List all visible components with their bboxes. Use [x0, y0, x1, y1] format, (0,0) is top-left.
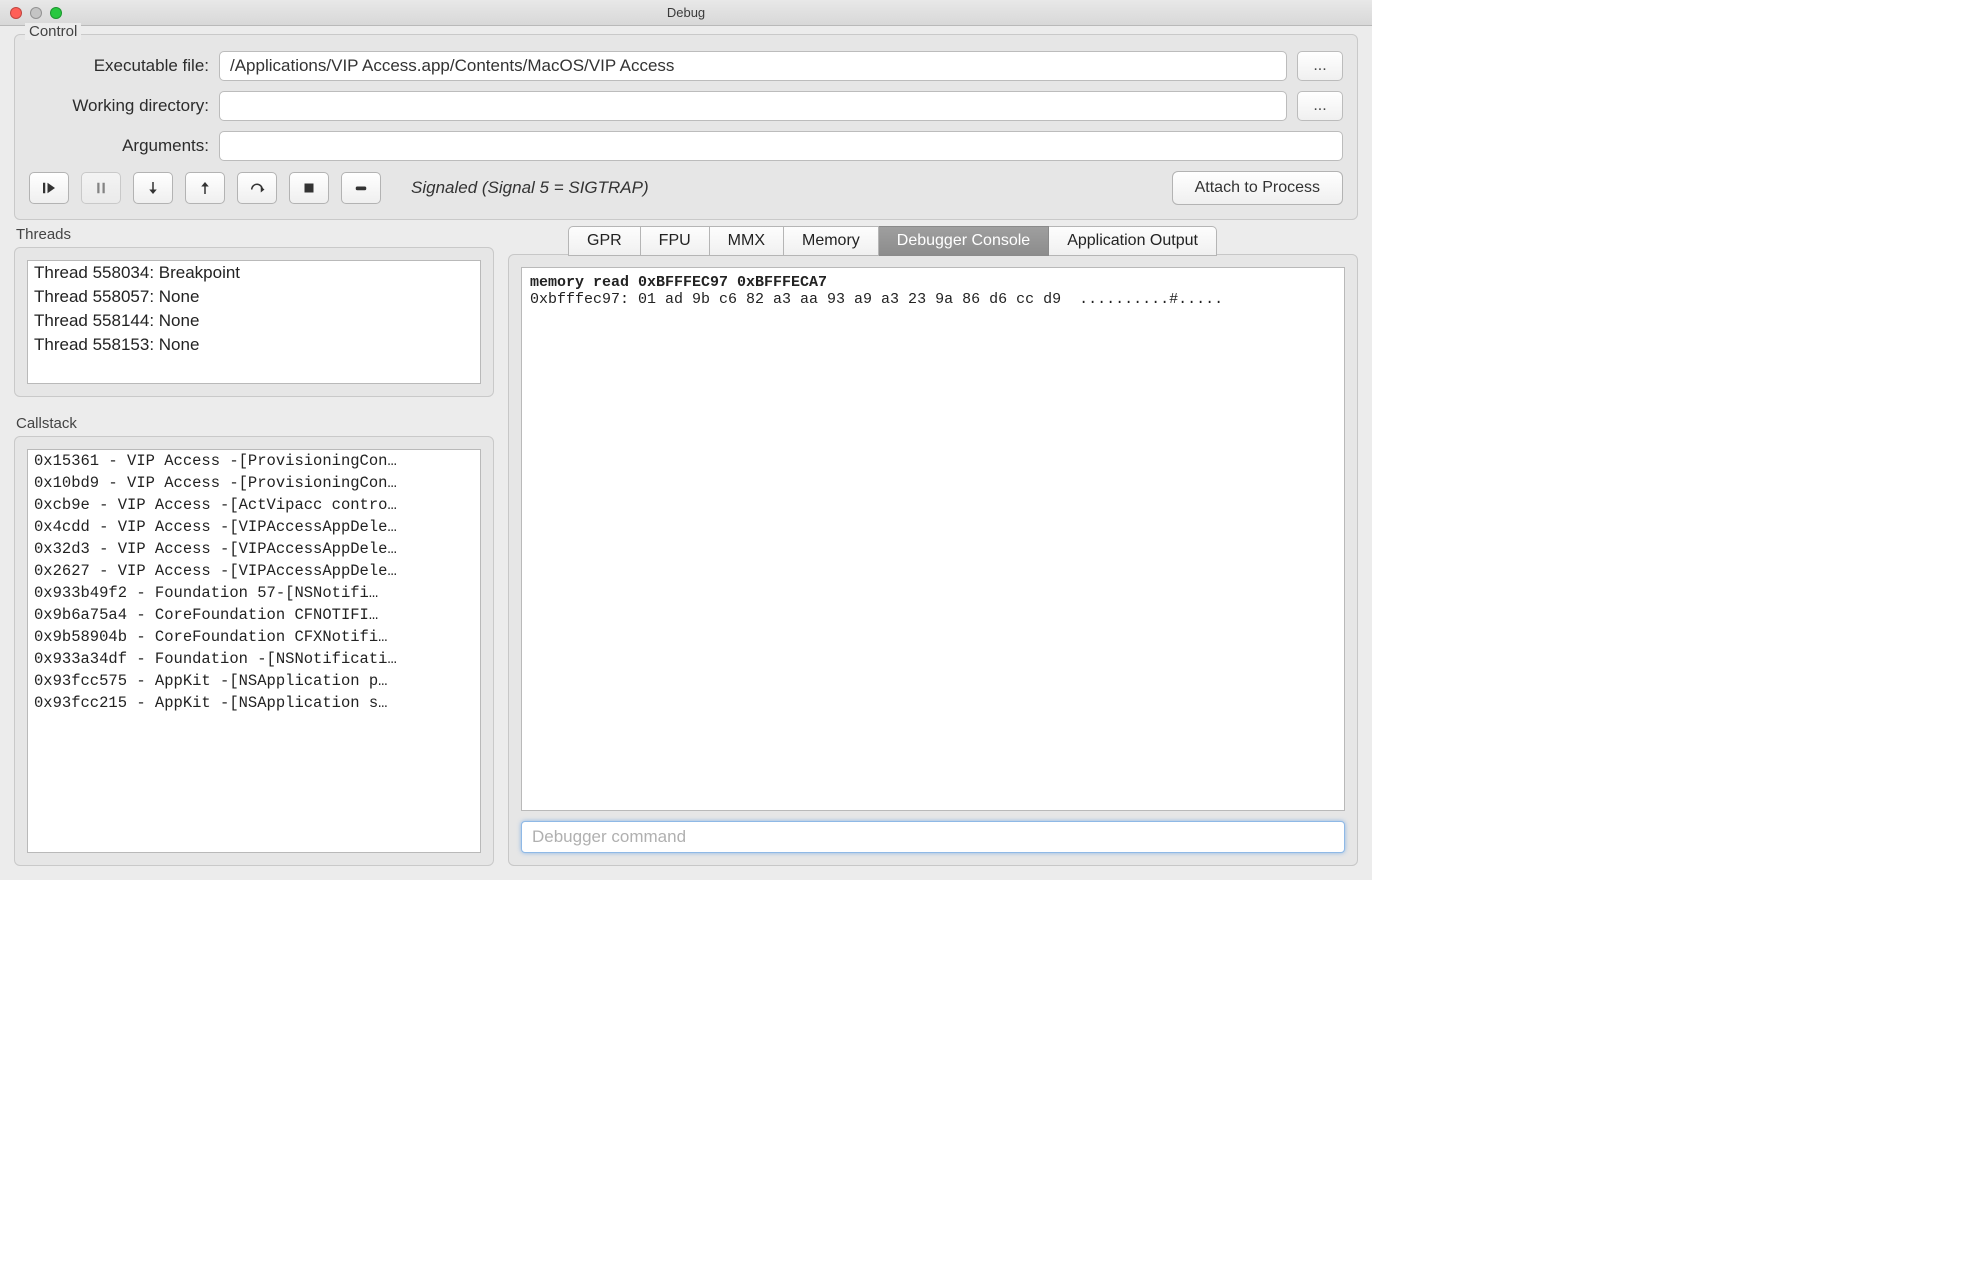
tab-mmx[interactable]: MMX [710, 226, 784, 256]
threads-panel: Thread 558034: BreakpointThread 558057: … [14, 247, 494, 397]
thread-item[interactable]: Thread 558034: Breakpoint [28, 261, 480, 285]
breakpoint-button[interactable] [341, 172, 381, 204]
lower-split: Threads Thread 558034: BreakpointThread … [14, 226, 1358, 866]
debug-window: Debug Control Executable file: ... Worki… [0, 0, 1372, 880]
workdir-browse-button[interactable]: ... [1297, 91, 1343, 121]
exec-row: Executable file: ... [29, 51, 1343, 81]
tabbar: GPR FPU MMX Memory Debugger Console Appl… [568, 226, 1358, 255]
zoom-icon[interactable] [50, 7, 62, 19]
debug-status: Signaled (Signal 5 = SIGTRAP) [411, 178, 649, 198]
step-out-button[interactable] [185, 172, 225, 204]
minimize-icon[interactable] [30, 7, 42, 19]
exec-input[interactable] [219, 51, 1287, 81]
callstack-item[interactable]: 0x9b6a75a4 - CoreFoundation CFNOTIFI… [28, 604, 480, 626]
thread-item[interactable]: Thread 558057: None [28, 285, 480, 309]
workdir-input[interactable] [219, 91, 1287, 121]
window-controls [0, 7, 62, 19]
exec-label: Executable file: [29, 56, 209, 76]
left-column: Threads Thread 558034: BreakpointThread … [14, 226, 494, 866]
threads-list[interactable]: Thread 558034: BreakpointThread 558057: … [27, 260, 481, 384]
callstack-item[interactable]: 0x32d3 - VIP Access -[VIPAccessAppDele… [28, 538, 480, 560]
console-output[interactable]: memory read 0xBFFFEC97 0xBFFFECA7 0xbfff… [521, 267, 1345, 811]
console-last-command: memory read 0xBFFFEC97 0xBFFFECA7 [530, 274, 827, 291]
callstack-list[interactable]: 0x15361 - VIP Access -[ProvisioningCon…0… [27, 449, 481, 853]
console-output-line: 0xbfffec97: 01 ad 9b c6 82 a3 aa 93 a9 a… [530, 291, 1223, 308]
control-legend: Control [25, 23, 81, 40]
right-column: GPR FPU MMX Memory Debugger Console Appl… [508, 226, 1358, 866]
threads-section: Threads Thread 558034: BreakpointThread … [14, 226, 494, 397]
callstack-panel: 0x15361 - VIP Access -[ProvisioningCon…0… [14, 436, 494, 866]
step-over-button[interactable] [237, 172, 277, 204]
thread-item[interactable]: Thread 558153: None [28, 333, 480, 357]
callstack-item[interactable]: 0x93fcc575 - AppKit -[NSApplication p… [28, 670, 480, 692]
exec-browse-button[interactable]: ... [1297, 51, 1343, 81]
threads-label: Threads [16, 226, 494, 243]
console-panel: memory read 0xBFFFEC97 0xBFFFECA7 0xbfff… [508, 254, 1358, 866]
tab-debugger-console[interactable]: Debugger Console [879, 226, 1049, 256]
args-label: Arguments: [29, 136, 209, 156]
callstack-item[interactable]: 0x93fcc215 - AppKit -[NSApplication s… [28, 692, 480, 714]
callstack-item[interactable]: 0xcb9e - VIP Access -[ActVipacc contro… [28, 494, 480, 516]
window-title: Debug [0, 5, 1372, 20]
debugger-command-input[interactable] [521, 821, 1345, 853]
args-input[interactable] [219, 131, 1343, 161]
workdir-row: Working directory: ... [29, 91, 1343, 121]
tab-fpu[interactable]: FPU [641, 226, 710, 256]
callstack-section: Callstack 0x15361 - VIP Access -[Provisi… [14, 415, 494, 866]
workdir-label: Working directory: [29, 96, 209, 116]
callstack-item[interactable]: 0x4cdd - VIP Access -[VIPAccessAppDele… [28, 516, 480, 538]
content-area: Control Executable file: ... Working dir… [0, 26, 1372, 880]
debug-toolbar: Signaled (Signal 5 = SIGTRAP) Attach to … [29, 171, 1343, 205]
control-panel: Control Executable file: ... Working dir… [14, 34, 1358, 220]
callstack-item[interactable]: 0x2627 - VIP Access -[VIPAccessAppDele… [28, 560, 480, 582]
callstack-item[interactable]: 0x9b58904b - CoreFoundation CFXNotifi… [28, 626, 480, 648]
thread-item[interactable]: Thread 558144: None [28, 309, 480, 333]
titlebar: Debug [0, 0, 1372, 26]
continue-button[interactable] [29, 172, 69, 204]
tab-memory[interactable]: Memory [784, 226, 879, 256]
callstack-item[interactable]: 0x933a34df - Foundation -[NSNotificati… [28, 648, 480, 670]
step-into-button[interactable] [133, 172, 173, 204]
close-icon[interactable] [10, 7, 22, 19]
stop-button[interactable] [289, 172, 329, 204]
callstack-label: Callstack [16, 415, 494, 432]
tab-gpr[interactable]: GPR [568, 226, 641, 256]
callstack-item[interactable]: 0x933b49f2 - Foundation 57-[NSNotifi… [28, 582, 480, 604]
pause-button[interactable] [81, 172, 121, 204]
args-row: Arguments: [29, 131, 1343, 161]
attach-process-button[interactable]: Attach to Process [1172, 171, 1343, 205]
tab-application-output[interactable]: Application Output [1049, 226, 1217, 256]
callstack-item[interactable]: 0x15361 - VIP Access -[ProvisioningCon… [28, 450, 480, 472]
callstack-item[interactable]: 0x10bd9 - VIP Access -[ProvisioningCon… [28, 472, 480, 494]
